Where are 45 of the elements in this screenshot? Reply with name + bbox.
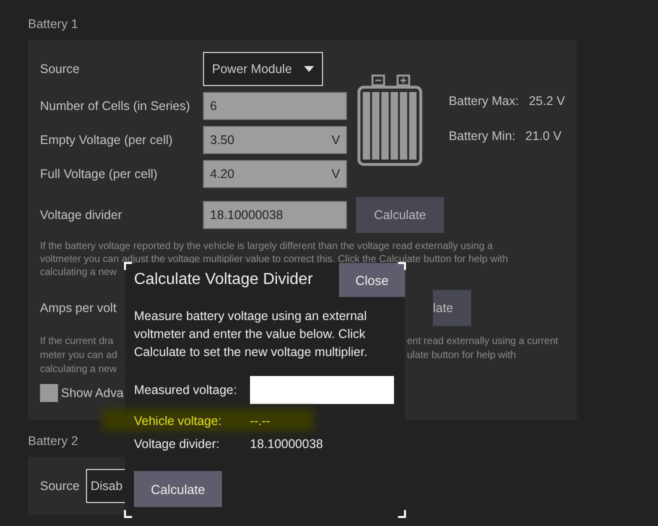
field-label: Measured voltage:: [134, 383, 238, 397]
field-label: Source: [40, 62, 80, 76]
battery-icon: [357, 72, 423, 168]
checkbox-label: Show Adva: [61, 386, 124, 400]
field-label: Amps per volt: [40, 301, 116, 315]
field-label: Number of Cells (in Series): [40, 99, 190, 113]
calculate-button[interactable]: Calculate: [356, 197, 444, 233]
help-text: calculating a new: [40, 364, 117, 375]
help-text: If the current dra: [40, 336, 114, 347]
input-field[interactable]: 3.50 V: [203, 126, 347, 154]
field-label: Voltage divider:: [134, 436, 220, 450]
stat-value: 25.2 V: [528, 94, 565, 108]
dialog-title: Calculate Voltage Divider: [133, 271, 313, 289]
input-field[interactable]: 4.20 V: [203, 160, 347, 188]
help-text: ent read externally using a current: [407, 336, 558, 347]
section-title: Battery 2: [28, 434, 78, 448]
close-button[interactable]: Close: [339, 263, 405, 297]
field-label: Vehicle voltage:: [134, 414, 223, 428]
field-label: Full Voltage (per cell): [40, 167, 158, 181]
field-value: --.--: [250, 414, 270, 428]
help-text: calculating a new: [40, 267, 117, 278]
dialog-message: Measure battery voltage using an external voltmeter and enter the value below. Click Calculate to set the new voltage multiplier.: [134, 308, 368, 361]
input-field[interactable]: 6: [203, 92, 347, 120]
field-label: Voltage divider: [40, 208, 122, 222]
corner-mark: [124, 262, 132, 270]
caret-icon: [304, 66, 314, 72]
stat-value: 21.0 V: [525, 129, 562, 143]
help-text: voltmeter you can adjust the voltage multiplier value to correct this. Click the Calculate button for help with: [40, 254, 508, 265]
stat-label: Battery Max:: [448, 94, 519, 108]
field-label: Empty Voltage (per cell): [40, 133, 173, 147]
section-title: Battery 1: [28, 17, 78, 33]
corner-mark: [398, 510, 406, 518]
calculate-button[interactable]: late: [433, 290, 471, 326]
input-field[interactable]: [250, 376, 394, 404]
help-text: If the battery voltage reported by the vehicle is largely different than the voltage read externally using a: [40, 241, 493, 252]
field-value: 18.10000038: [250, 436, 323, 450]
calculate-button[interactable]: Calculate: [134, 471, 222, 507]
help-text: ulate button for help with: [407, 350, 516, 361]
corner-mark: [124, 510, 132, 518]
field-label: Source: [40, 479, 80, 493]
input-field[interactable]: 18.10000038: [203, 201, 347, 229]
checkbox[interactable]: [40, 384, 58, 402]
source-dropdown[interactable]: Power Module: [203, 52, 323, 86]
help-text: meter you can ad: [40, 350, 118, 361]
stat-label: Battery Min:: [448, 129, 516, 143]
